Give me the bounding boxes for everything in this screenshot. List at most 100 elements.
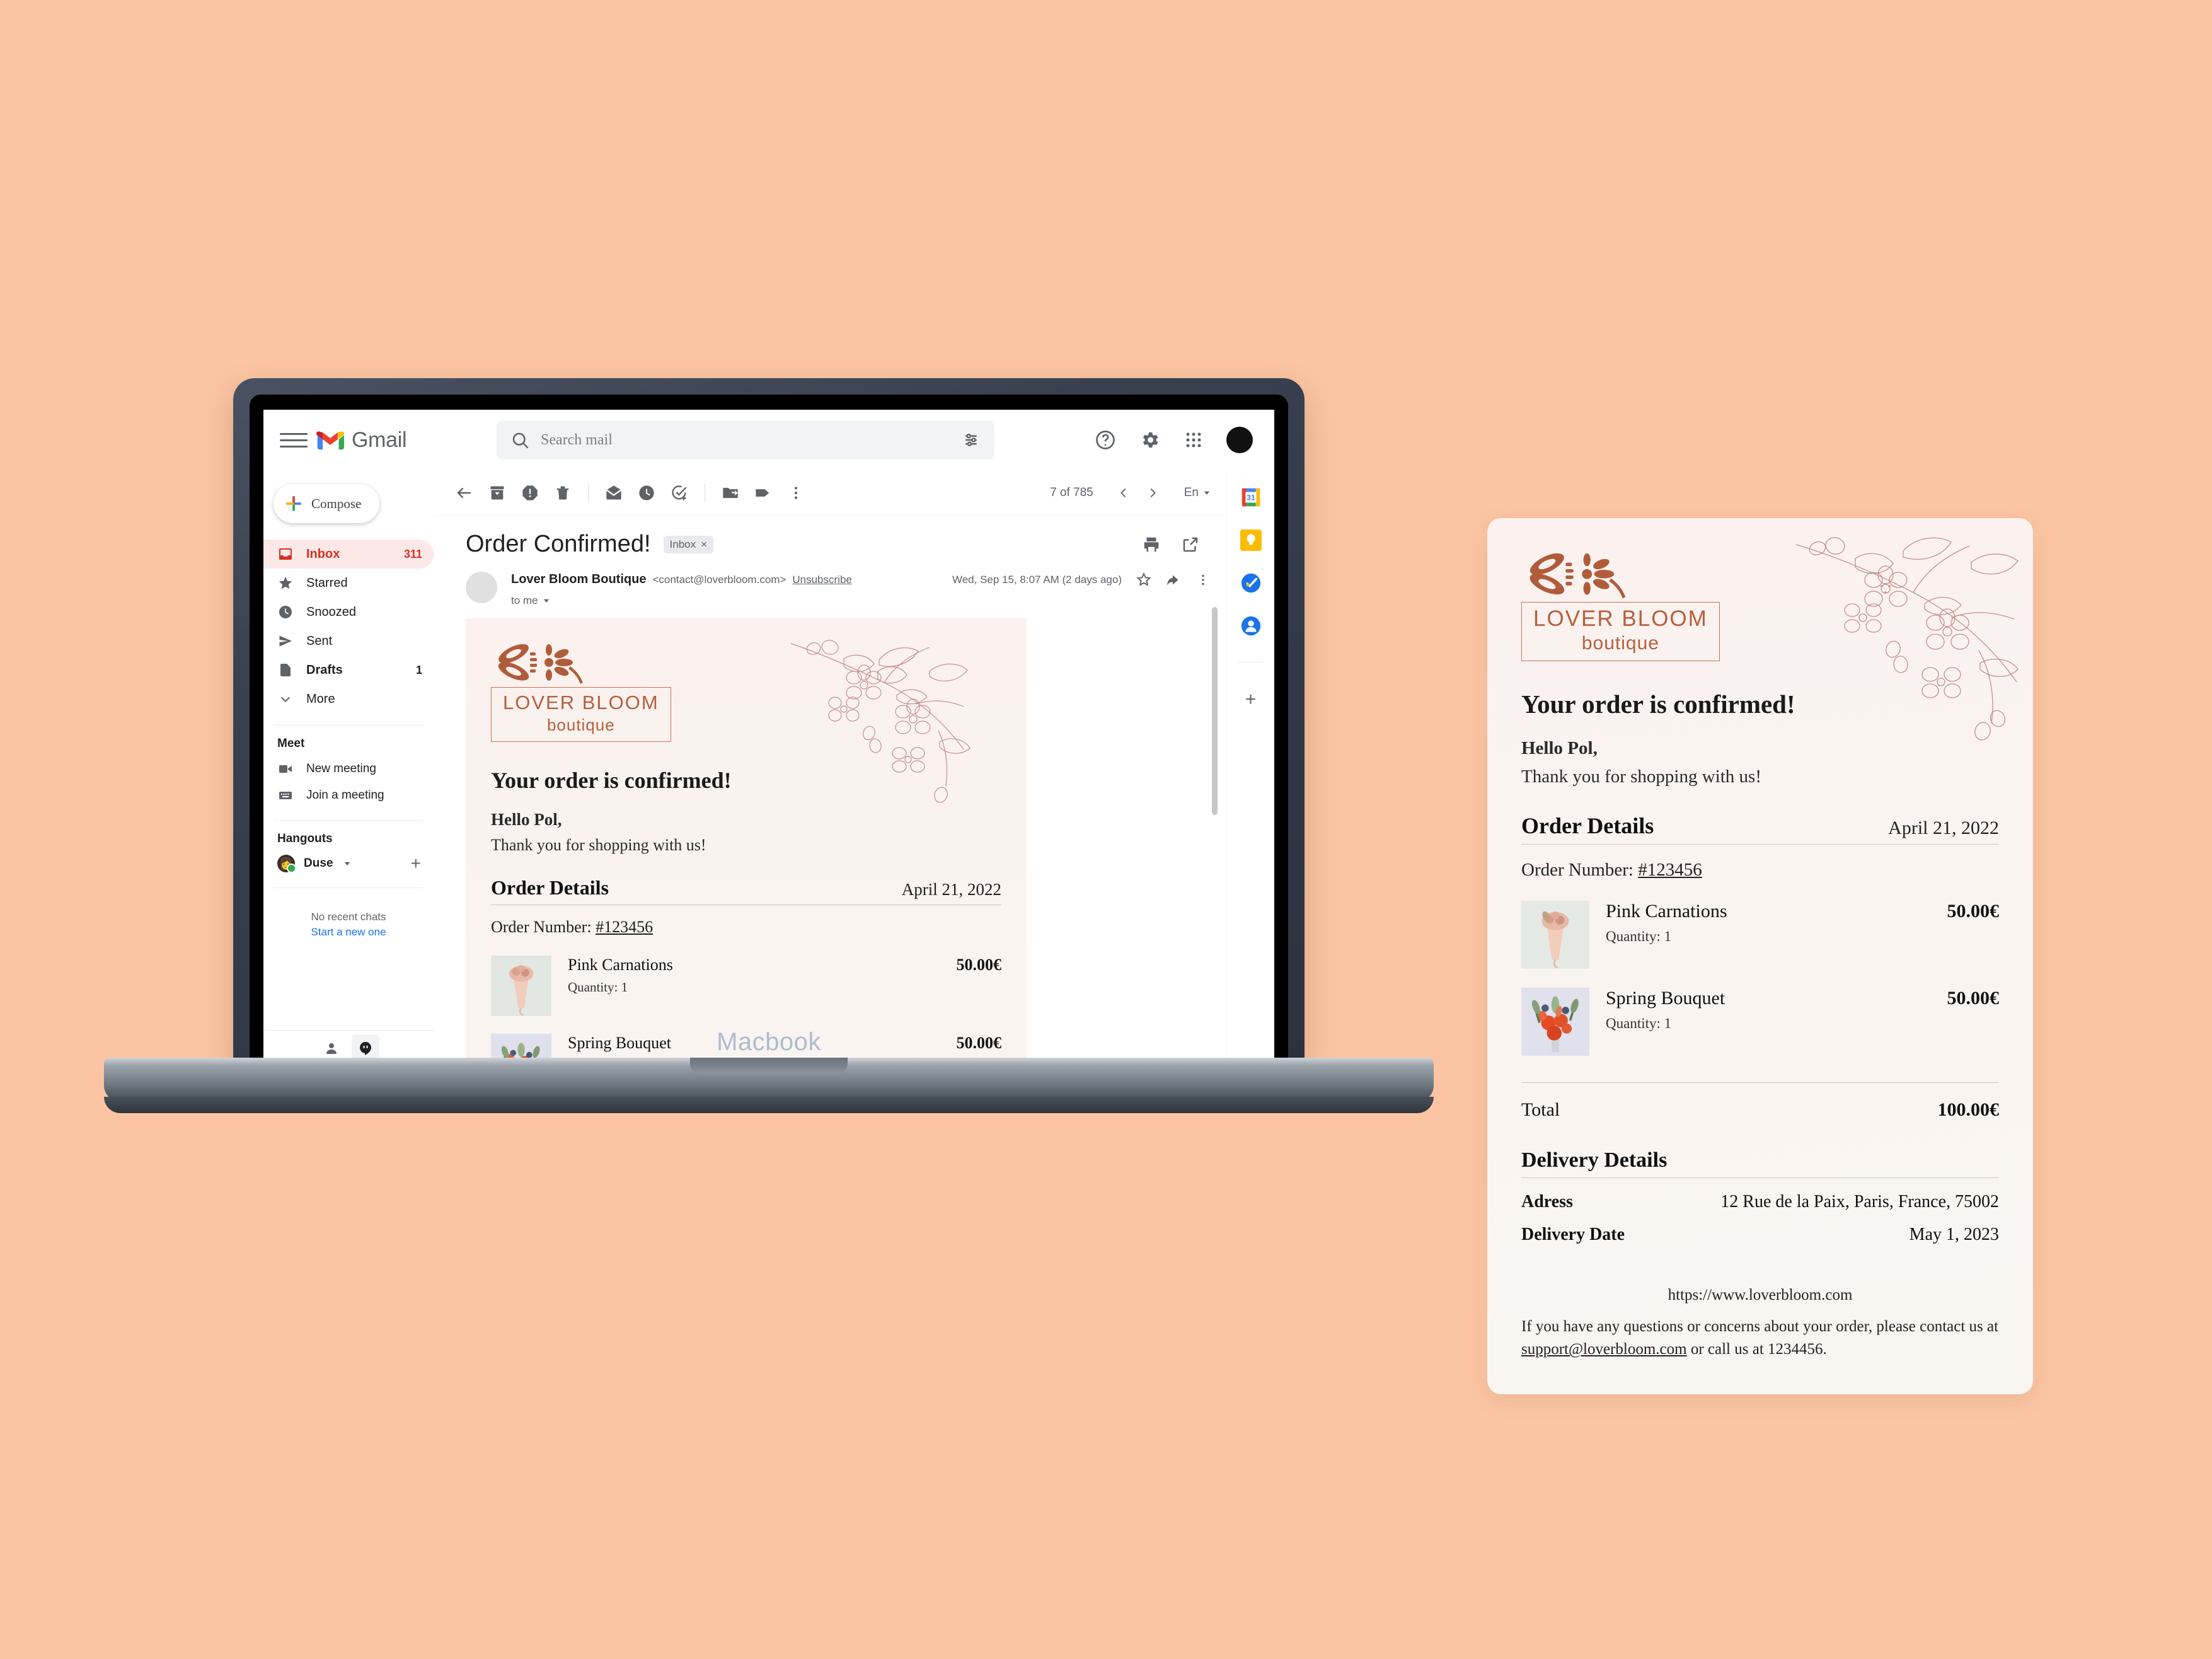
product-thumbnail: [1521, 901, 1589, 969]
sidebar-item-more[interactable]: More: [263, 685, 434, 714]
website-url[interactable]: https://www.loverbloom.com: [1521, 1286, 1999, 1304]
sender-email: <contact@loverbloom.com>: [652, 574, 786, 586]
gmail-m-icon: [316, 431, 344, 450]
gmail-logo[interactable]: Gmail: [316, 428, 474, 453]
sender-row: Lover Bloom Boutique <contact@loverbloom…: [434, 558, 1226, 607]
chevron-down-icon[interactable]: [342, 858, 353, 869]
gmail-wordmark: Gmail: [352, 427, 407, 452]
account-avatar[interactable]: [1226, 427, 1253, 453]
report-spam-button[interactable]: [514, 477, 546, 509]
card-order-number-row: Order Number: #123456: [1521, 860, 1999, 881]
gmail-topbar: Gmail: [263, 410, 1274, 470]
more-options-button[interactable]: [1196, 573, 1210, 587]
thread-actions: [1142, 535, 1210, 554]
previous-page-button[interactable]: [1111, 480, 1136, 506]
sidebar-item-label: More: [306, 691, 335, 706]
laptop-base-bottom: [104, 1097, 1434, 1113]
order-date: April 21, 2022: [901, 880, 1001, 899]
help-icon[interactable]: [1094, 429, 1117, 451]
remove-label-button[interactable]: ×: [701, 538, 707, 551]
new-meeting-item[interactable]: New meeting: [263, 756, 434, 782]
join-meeting-item[interactable]: Join a meeting: [263, 782, 434, 809]
sidebar-item-drafts[interactable]: Drafts 1: [263, 656, 434, 685]
sidebar-item-starred[interactable]: Starred: [263, 569, 434, 598]
open-in-new-window-icon[interactable]: [1181, 535, 1200, 554]
message-scrollbar[interactable]: [1212, 607, 1218, 815]
sidebar-divider-2: [274, 820, 423, 821]
hangouts-user-name: Duse: [304, 857, 333, 870]
product-quantity: Quantity: 1: [568, 980, 628, 995]
join-meeting-label: Join a meeting: [306, 789, 384, 802]
floral-branch-decoration: [790, 640, 971, 803]
google-keep-icon[interactable]: [1240, 529, 1262, 551]
start-new-chat-link[interactable]: Start a new one: [263, 926, 434, 939]
next-page-button[interactable]: [1140, 480, 1165, 506]
more-options-button[interactable]: [780, 477, 812, 509]
support-email-link[interactable]: support@loverbloom.com: [1521, 1341, 1687, 1358]
brand-name: LOVER BLOOM: [1533, 606, 1708, 631]
mark-unread-button[interactable]: [597, 477, 630, 509]
google-tasks-icon[interactable]: [1240, 572, 1262, 594]
delivery-details-header: Delivery Details: [1521, 1148, 1999, 1178]
pink-carnations-photo: [1521, 901, 1589, 969]
inbox-count: 311: [403, 547, 422, 560]
order-item-row: Pink Carnations Quantity: 1 50.00€: [1521, 901, 1999, 969]
sidebar-item-inbox[interactable]: Inbox 311: [263, 540, 434, 569]
compose-label: Compose: [311, 495, 362, 511]
order-number-value[interactable]: #123456: [596, 918, 653, 936]
back-button[interactable]: [448, 477, 481, 509]
google-contacts-icon[interactable]: [1240, 615, 1262, 637]
laptop-lid: Gmail Search mail Compose Inbox 311 Star…: [233, 378, 1305, 1065]
laptop-brand-label: Macbook: [717, 1028, 821, 1056]
meet-section-title: Meet: [277, 737, 305, 750]
order-details-header: Order Details April 21, 2022: [491, 876, 1001, 905]
order-number-label: Order Number:: [1521, 860, 1633, 880]
card-thanks: Thank you for shopping with us!: [1521, 766, 1761, 787]
laptop-base: [104, 1058, 1434, 1102]
address-label: Adress: [1521, 1192, 1573, 1211]
email-thanks: Thank you for shopping with us!: [491, 836, 706, 854]
recipient-line[interactable]: to me: [511, 594, 1210, 607]
order-item-row: Pink Carnations Quantity: 1 50.00€: [491, 956, 1001, 1016]
star-icon[interactable]: [1136, 572, 1152, 588]
email-body-preview: LOVER BLOOM boutique Your order is confi…: [466, 618, 1027, 1065]
google-calendar-icon[interactable]: 31: [1240, 487, 1262, 508]
search-input[interactable]: [541, 431, 950, 449]
gmail-sidebar: Compose Inbox 311 Starred Snoozed Sent D…: [263, 470, 434, 1065]
print-icon[interactable]: [1142, 535, 1161, 554]
sidebar-item-sent[interactable]: Sent: [263, 627, 434, 656]
video-camera-icon: [277, 761, 294, 777]
order-number-value[interactable]: #123456: [1638, 860, 1702, 880]
laptop-screen-bezel: Gmail Search mail Compose Inbox 311 Star…: [250, 395, 1288, 1065]
apps-grid-icon[interactable]: [1182, 429, 1205, 451]
email-greeting: Hello Pol,: [491, 810, 562, 829]
chevron-down-icon: [277, 691, 294, 707]
delete-button[interactable]: [546, 477, 579, 509]
hangouts-user-row[interactable]: 👩 Duse +: [263, 851, 434, 876]
search-options-icon[interactable]: [962, 431, 981, 449]
compose-button[interactable]: Compose: [274, 484, 379, 523]
labels-button[interactable]: [747, 477, 780, 509]
search-bar[interactable]: [497, 420, 994, 460]
add-app-button[interactable]: +: [1245, 689, 1257, 710]
sender-line: Lover Bloom Boutique <contact@loverbloom…: [511, 572, 1210, 588]
unsubscribe-link[interactable]: Unsubscribe: [792, 574, 852, 586]
label-chip-text: Inbox: [669, 538, 696, 550]
thread-subject: Order Confirmed!: [466, 531, 651, 557]
sidebar-item-snoozed[interactable]: Snoozed: [263, 598, 434, 627]
bloom-icon: [1529, 553, 1626, 599]
card-order-details-header: Order Details April 21, 2022: [1521, 812, 1999, 845]
spring-bouquet-photo: [1521, 988, 1589, 1056]
brand-logo-box: LOVER BLOOM boutique: [1521, 602, 1720, 661]
language-selector[interactable]: En: [1184, 486, 1211, 500]
brand-logo-box: LOVER BLOOM boutique: [491, 687, 671, 742]
add-contact-button[interactable]: +: [411, 853, 421, 874]
product-thumbnail: [1521, 988, 1589, 1056]
add-to-tasks-button[interactable]: [663, 477, 696, 509]
main-menu-icon[interactable]: [280, 426, 308, 454]
settings-gear-icon[interactable]: [1138, 429, 1161, 451]
move-to-button[interactable]: [714, 477, 747, 509]
snooze-button[interactable]: [630, 477, 663, 509]
reply-icon[interactable]: [1166, 572, 1182, 588]
archive-button[interactable]: [481, 477, 514, 509]
